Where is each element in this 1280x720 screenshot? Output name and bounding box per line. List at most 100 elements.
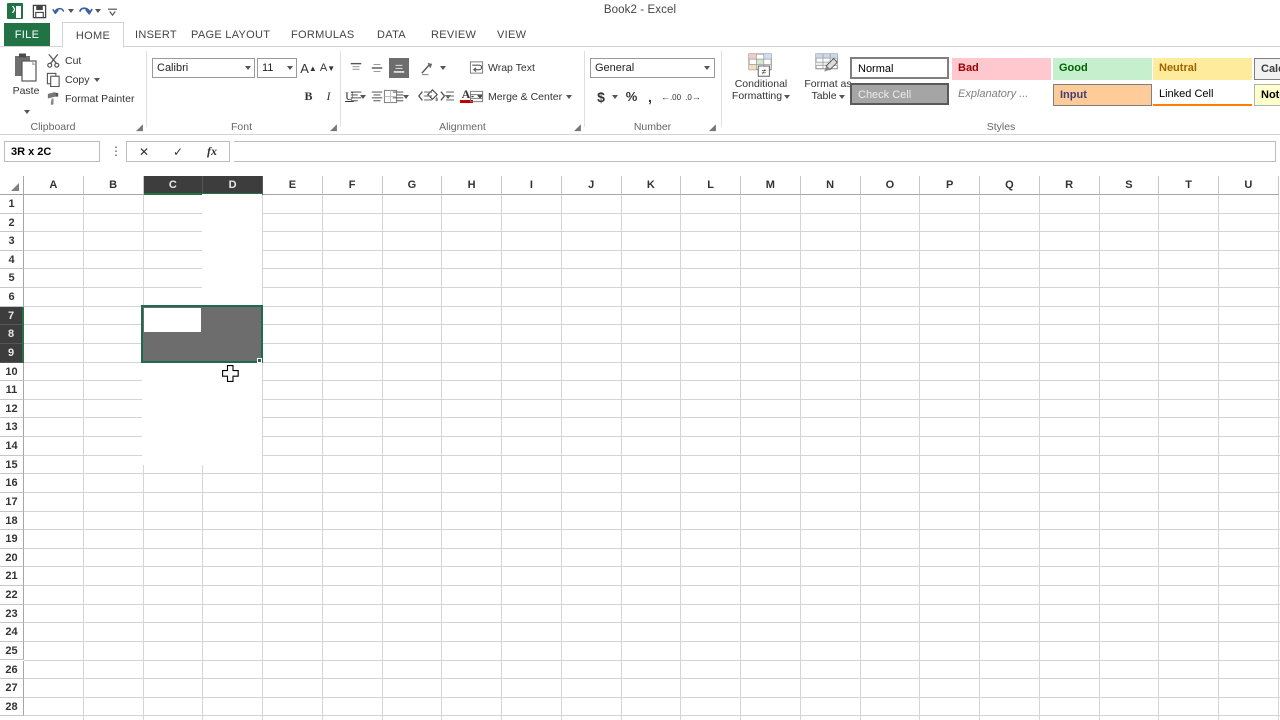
tab-file[interactable]: FILE [4, 23, 50, 46]
column-header-h[interactable]: H [442, 176, 502, 195]
font-size-combo[interactable]: 11 [257, 58, 297, 78]
format-as-table-dropdown-caret[interactable] [838, 94, 845, 99]
column-header-q[interactable]: Q [980, 176, 1040, 195]
column-header-e[interactable]: E [263, 176, 323, 195]
increase-decimal-button[interactable]: ← .00 [661, 89, 681, 105]
row-header-9[interactable]: 9 [0, 343, 24, 363]
row-header-10[interactable]: 10 [0, 362, 24, 382]
conditional-formatting-dropdown-caret[interactable] [784, 94, 791, 99]
percent-format-button[interactable]: % [623, 87, 640, 106]
column-header-u[interactable]: U [1219, 176, 1279, 195]
row-header-21[interactable]: 21 [0, 567, 24, 586]
row-header-6[interactable]: 6 [0, 288, 24, 307]
paste-dropdown-caret[interactable] [24, 110, 30, 114]
cell-style-good[interactable]: Good [1053, 58, 1152, 80]
font-dialog-launcher[interactable]: ◢ [328, 122, 339, 133]
increase-font-size-button[interactable]: A ▲ [299, 58, 318, 78]
name-box[interactable]: 3R x 2C [4, 141, 100, 162]
row-header-13[interactable]: 13 [0, 418, 24, 438]
decrease-decimal-button[interactable]: .0 → [683, 89, 703, 105]
row-header-20[interactable]: 20 [0, 548, 24, 568]
row-header-26[interactable]: 26 [0, 660, 24, 680]
column-header-o[interactable]: O [860, 176, 921, 195]
column-header-b[interactable]: B [83, 176, 144, 195]
fill-handle[interactable] [257, 358, 262, 363]
copy-dropdown-caret[interactable] [93, 77, 100, 82]
tab-data[interactable]: DATA [368, 22, 415, 47]
cell-style-note[interactable]: Note [1254, 84, 1280, 106]
row-header-4[interactable]: 4 [0, 250, 24, 270]
cell-style-explanatory[interactable]: Explanatory ... [952, 84, 1051, 106]
column-header-j[interactable]: J [561, 176, 622, 195]
clipboard-dialog-launcher[interactable]: ◢ [134, 122, 145, 133]
row-header-24[interactable]: 24 [0, 623, 24, 642]
insert-function-button[interactable]: fx [195, 142, 229, 161]
row-header-19[interactable]: 19 [0, 530, 24, 549]
merge-center-dropdown-caret[interactable] [566, 94, 573, 99]
cut-button[interactable]: Cut [46, 53, 81, 68]
row-header-15[interactable]: 15 [0, 455, 24, 475]
column-header-l[interactable]: L [681, 176, 741, 195]
column-header-t[interactable]: T [1159, 176, 1219, 195]
comma-format-button[interactable]: , [643, 87, 657, 106]
orientation-button[interactable] [417, 58, 437, 78]
tab-home[interactable]: HOME [62, 22, 124, 48]
tab-review[interactable]: REVIEW [422, 22, 485, 47]
column-header-k[interactable]: K [621, 176, 682, 195]
bottom-align-button[interactable] [389, 58, 409, 78]
column-header-d[interactable]: D [203, 176, 263, 195]
top-align-button[interactable] [347, 59, 365, 77]
cell-style-linked-cell[interactable]: Linked Cell [1153, 84, 1252, 106]
cell-style-normal[interactable]: Normal [850, 57, 949, 79]
alignment-dialog-launcher[interactable]: ◢ [572, 122, 583, 133]
number-dialog-launcher[interactable]: ◢ [707, 122, 718, 133]
italic-button[interactable]: I [320, 87, 337, 106]
cancel-formula-button[interactable]: ✕ [127, 142, 161, 161]
column-header-c[interactable]: C [143, 176, 204, 195]
column-header-i[interactable]: I [502, 176, 562, 195]
column-header-a[interactable]: A [24, 176, 84, 195]
cell-style-neutral[interactable]: Neutral [1153, 58, 1252, 80]
column-header-s[interactable]: S [1099, 176, 1160, 195]
conditional-formatting-button[interactable]: ≠ Conditional Formatting [728, 53, 794, 102]
cell-style-check-cell[interactable]: Check Cell [850, 83, 949, 105]
tab-formulas[interactable]: FORMULAS [282, 22, 364, 47]
cell-style-bad[interactable]: Bad [952, 58, 1051, 80]
row-header-3[interactable]: 3 [0, 232, 24, 251]
row-header-27[interactable]: 27 [0, 679, 24, 698]
row-header-14[interactable]: 14 [0, 437, 24, 456]
row-header-25[interactable]: 25 [0, 641, 24, 661]
active-cell-c7[interactable] [144, 308, 201, 332]
row-header-18[interactable]: 18 [0, 511, 24, 531]
format-painter-button[interactable]: Format Painter [46, 91, 134, 106]
cell-style-input[interactable]: Input [1053, 84, 1152, 106]
tab-page-layout[interactable]: PAGE LAYOUT [182, 22, 279, 47]
row-header-22[interactable]: 22 [0, 586, 24, 605]
cell-style-calculation[interactable]: Calcul [1254, 58, 1280, 80]
enter-formula-button[interactable]: ✓ [161, 142, 195, 161]
select-all-corner[interactable] [0, 176, 24, 195]
merge-center-button[interactable]: Merge & Center [469, 89, 573, 104]
align-right-button[interactable] [389, 87, 407, 105]
row-header-28[interactable]: 28 [0, 697, 24, 717]
row-header-12[interactable]: 12 [0, 399, 24, 419]
tab-view[interactable]: VIEW [488, 22, 535, 47]
middle-align-button[interactable] [368, 59, 386, 77]
decrease-indent-button[interactable] [415, 87, 435, 105]
row-header-11[interactable]: 11 [0, 381, 24, 400]
column-header-m[interactable]: M [741, 176, 801, 195]
font-name-combo[interactable]: Calibri [152, 58, 255, 78]
wrap-text-button[interactable]: Wrap Text [469, 60, 535, 75]
number-format-combo[interactable]: General [590, 58, 715, 78]
formula-bar-expand-icon[interactable]: ⋮ [110, 144, 122, 160]
copy-button[interactable]: Copy [46, 72, 100, 88]
column-header-p[interactable]: P [920, 176, 980, 195]
align-left-button[interactable] [347, 87, 365, 105]
row-header-17[interactable]: 17 [0, 492, 24, 512]
column-header-f[interactable]: F [322, 176, 383, 195]
row-header-8[interactable]: 8 [0, 325, 24, 344]
row-header-2[interactable]: 2 [0, 213, 24, 233]
decrease-font-size-button[interactable]: A ▼ [318, 58, 337, 78]
tab-insert[interactable]: INSERT [126, 22, 186, 47]
row-header-7[interactable]: 7 [0, 306, 24, 326]
